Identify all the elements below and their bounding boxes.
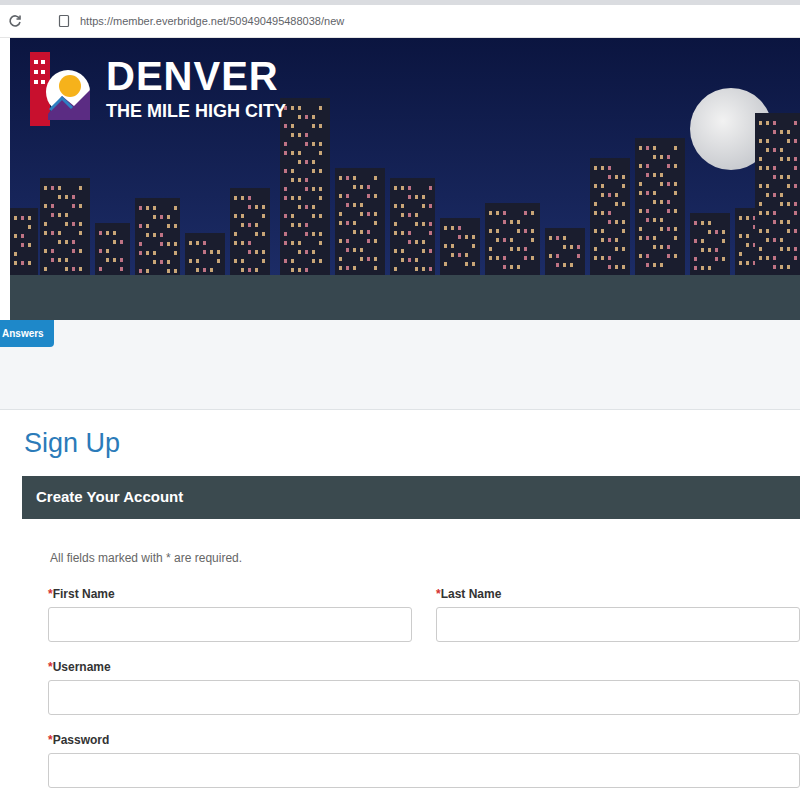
section-header: Create Your Account [22, 476, 800, 519]
field-label: *Password [48, 733, 800, 747]
name-row: *First Name*Last Name [48, 587, 800, 642]
label-text: Last Name [441, 587, 502, 601]
page-heading: Sign Up [22, 426, 800, 460]
url-field[interactable]: https://member.everbridge.net/5094904954… [80, 13, 344, 30]
nav-bar [10, 275, 800, 320]
field-label: *Last Name [436, 587, 800, 601]
fields: *First Name*Last Name*Username*Password [22, 587, 800, 788]
page-icon [58, 14, 70, 28]
banner-subtitle: THE MILE HIGH CITY [106, 100, 286, 122]
field-label: *First Name [48, 587, 412, 601]
required-marker: * [436, 587, 441, 601]
logo-text: DENVER THE MILE HIGH CITY [106, 56, 286, 122]
denver-logo-icon [28, 50, 92, 128]
banner-title: DENVER [106, 56, 286, 96]
text-input[interactable] [436, 607, 800, 642]
form-field: *Last Name [436, 587, 800, 642]
form-field: *Password [48, 733, 800, 788]
label-text: Username [53, 660, 111, 674]
form-field: *Username [48, 660, 800, 715]
answers-tab[interactable]: Answers [0, 320, 54, 347]
label-text: First Name [53, 587, 115, 601]
field-label: *Username [48, 660, 800, 674]
reload-icon[interactable] [8, 14, 22, 28]
required-marker: * [48, 733, 53, 747]
required-marker: * [48, 660, 53, 674]
text-input[interactable] [48, 680, 800, 715]
required-marker: * [48, 587, 53, 601]
denver-logo: DENVER THE MILE HIGH CITY [28, 50, 286, 128]
address-bar: https://member.everbridge.net/5094904954… [0, 0, 800, 38]
text-input[interactable] [48, 753, 800, 788]
label-text: Password [53, 733, 110, 747]
tab-strip: Answers [0, 320, 800, 410]
signup-form: Sign Up Create Your Account All fields mar… [0, 410, 800, 788]
form-field: *First Name [48, 587, 412, 642]
banner: DENVER THE MILE HIGH CITY [10, 38, 800, 275]
text-input[interactable] [48, 607, 412, 642]
required-note: All fields marked with * are required. [22, 549, 800, 567]
